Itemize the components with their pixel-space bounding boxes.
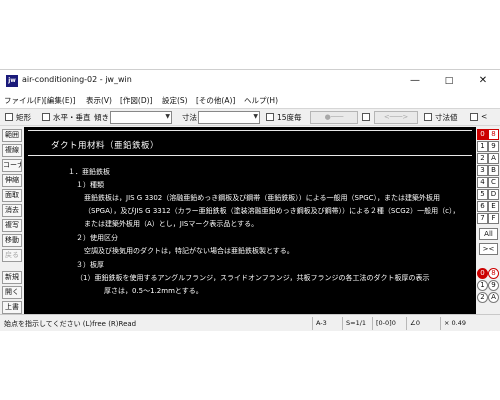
group-2-button[interactable]: 2 [477,292,488,303]
doc-line: ３）板厚 [76,261,104,269]
circle-line-button[interactable]: ●─── [310,111,358,124]
doc-line: 空調及び換気用のダクトは，特記がない場合は亜鉛鉄板製とする。 [84,247,294,255]
layer-8-button[interactable]: 8 [488,129,499,140]
layer-c-button[interactable]: C [488,177,499,188]
tool-range[interactable]: 範囲 [2,129,22,142]
chevron-down-icon: ▼ [253,113,258,120]
dim-value-label: 寸法値 [435,113,458,122]
tool-save[interactable]: 上書 [2,301,22,314]
tool-parallel-line[interactable]: 複線 [2,144,22,157]
tool-new[interactable]: 新規 [2,271,22,284]
angle-readout[interactable]: ∠0 [406,317,440,330]
maximize-button[interactable]: □ [432,70,466,92]
horizontal-vertical-checkbox[interactable] [42,113,50,121]
tool-undo[interactable]: 戻る [2,249,22,262]
group-0-button[interactable]: 0 [477,268,488,279]
status-bar: 始点を指示してください (L)free (R)Read A-3 S=1/1 [0… [0,314,500,331]
tool-option-bar: 矩形 水平・垂直 傾き ▼ 寸法 ▼ 15度毎 ●─── <───> 寸法値 < [0,108,500,126]
layer-0-button[interactable]: 0 [477,129,488,140]
layer-f-button[interactable]: F [488,213,499,224]
deg15-label: 15度毎 [277,113,302,122]
close-button[interactable]: ✕ [466,70,500,92]
all-layers-button[interactable]: All [479,228,498,240]
layer-3-button[interactable]: 3 [477,165,488,176]
title-bar: jw air-conditioning-02 - jw_win — □ ✕ [0,70,500,92]
left-tool-panel: 範囲 複線 コーナー 伸縮 面取 消去 複写 移動 戻る 新規 開く 上書 [0,127,24,314]
tool-corner[interactable]: コーナー [2,159,22,172]
group-1-button[interactable]: 1 [477,280,488,291]
tool-erase[interactable]: 消去 [2,204,22,217]
jw-win-window: jw air-conditioning-02 - jw_win — □ ✕ ファ… [0,69,500,331]
doc-line: または建築外板用（A）とし，JISマーク表示品とする。 [84,220,259,228]
trailing-checkbox[interactable] [470,113,478,121]
doc-line: １．亜鉛鉄板 [68,168,110,176]
layer-1-button[interactable]: 1 [477,141,488,152]
menu-edit[interactable]: [編集(E)] [44,95,75,106]
window-title: air-conditioning-02 - jw_win [22,75,132,84]
tool-copy[interactable]: 複写 [2,219,22,232]
horizontal-vertical-label: 水平・垂直 [53,113,91,122]
tool-open[interactable]: 開く [2,286,22,299]
jw-app-icon: jw [6,75,18,87]
size-combo[interactable]: ▼ [198,111,260,124]
arrow-line-button[interactable]: <───> [374,111,418,124]
group-a-button[interactable]: A [488,292,499,303]
layer-7-button[interactable]: 7 [477,213,488,224]
tool-extend[interactable]: 伸縮 [2,174,22,187]
zoom-readout[interactable]: × 0.49 [440,317,498,330]
menu-help[interactable]: ヘルプ(H) [244,95,278,106]
menu-draw[interactable]: [作図(D)] [120,95,152,106]
menu-file[interactable]: ファイル(F) [4,95,44,106]
paper-size[interactable]: A-3 [312,317,342,330]
layer-d-button[interactable]: D [488,189,499,200]
layer-4-button[interactable]: 4 [477,177,488,188]
drawing-canvas[interactable]: ダクト用材料（亜鉛鉄板） １．亜鉛鉄板 １）種類 亜鉛鉄板は，JIS G 330… [24,127,476,314]
group-8-button[interactable]: 8 [488,268,499,279]
layer-6-button[interactable]: 6 [477,201,488,212]
layer-5-button[interactable]: 5 [477,189,488,200]
tilt-combo[interactable]: ▼ [110,111,172,124]
dim-value-checkbox[interactable] [424,113,432,121]
doc-line: 厚さは，0.5〜1.2mmとする。 [104,287,203,295]
title-underline [28,155,472,156]
menu-bar: ファイル(F) [編集(E)] 表示(V) [作図(D)] 設定(S) [その他… [0,92,500,108]
menu-view[interactable]: 表示(V) [86,95,112,106]
menu-settings[interactable]: 設定(S) [162,95,188,106]
document-title: ダクト用材料（亜鉛鉄板） [51,141,160,151]
arrow-checkbox[interactable] [362,113,370,121]
tilt-label: 傾き [94,113,109,122]
minimize-button[interactable]: — [398,70,432,92]
tool-move[interactable]: 移動 [2,234,22,247]
layer-9-button[interactable]: 9 [488,141,499,152]
layer-e-button[interactable]: E [488,201,499,212]
doc-line: （1）亜鉛鉄板を使用するアングルフランジ，スライドオンフランジ，共板フランジの各… [76,274,430,282]
layer-a-button[interactable]: A [488,153,499,164]
size-label: 寸法 [182,113,197,122]
layer-readout[interactable]: [0-0]0 [372,317,406,330]
chevron-down-icon: ▼ [165,113,170,120]
frame-top-rule [28,130,472,131]
layer-invert-button[interactable]: >< [479,243,498,255]
doc-line: 亜鉛鉄板は，JIS G 3302（溶融亜鉛めっき鋼板及び鋼帯（亜鉛鉄板））による… [84,194,441,202]
doc-line: （SPGA），及びJIS G 3312（カラー亜鉛鉄板（塗装溶融亜鉛めっき鋼板及… [84,207,460,215]
right-layer-panel: 0 8 1 9 2 A 3 B 4 C 5 D 6 E 7 F All >< 0… [476,127,500,314]
layer-2-button[interactable]: 2 [477,153,488,164]
tool-chamfer[interactable]: 面取 [2,189,22,202]
trailing-label: < [481,112,488,121]
deg15-checkbox[interactable] [266,113,274,121]
menu-other[interactable]: [その他(A)] [196,95,235,106]
group-9-button[interactable]: 9 [488,280,499,291]
rect-label: 矩形 [16,113,31,122]
scale-readout[interactable]: S=1/1 [342,317,372,330]
rect-checkbox[interactable] [5,113,13,121]
layer-b-button[interactable]: B [488,165,499,176]
status-message: 始点を指示してください (L)free (R)Read [4,320,137,328]
doc-line: １）種類 [76,181,104,189]
doc-line: ２）使用区分 [76,234,118,242]
